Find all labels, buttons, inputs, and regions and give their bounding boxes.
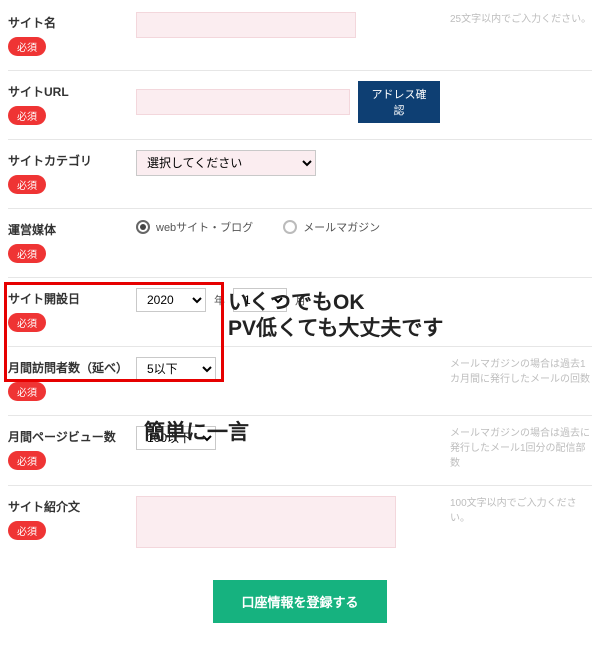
site-name-input[interactable] (136, 12, 356, 38)
row-site-name: サイト名 必須 25文字以内でご入力ください。 (8, 2, 592, 71)
hint-site-name: 25文字以内でご入力ください。 (440, 12, 592, 27)
radio-mailmag[interactable]: メールマガジン (283, 219, 380, 235)
hint-pageviews: メールマガジンの場合は過去に発行したメール1回分の配信部数 (440, 426, 592, 471)
required-badge: 必須 (8, 382, 46, 401)
hint-intro: 100文字以内でご入力ください。 (440, 496, 592, 526)
annotation-ok: いくつでもOK PV低くても大丈夫です (228, 290, 443, 343)
label-site-category: サイトカテゴリ (8, 152, 136, 169)
required-badge: 必須 (8, 313, 46, 332)
label-pageviews: 月間ページビュー数 (8, 428, 136, 445)
required-badge: 必須 (8, 37, 46, 56)
label-intro: サイト紹介文 (8, 498, 136, 515)
hint-visitors: メールマガジンの場合は過去1カ月間に発行したメールの回数 (440, 357, 592, 387)
radio-dot-icon (283, 220, 297, 234)
submit-button[interactable]: 口座情報を登録する (213, 580, 386, 623)
row-site-url: サイトURL 必須 アドレス確認 (8, 71, 592, 140)
address-check-button[interactable]: アドレス確認 (358, 81, 440, 123)
required-badge: 必須 (8, 106, 46, 125)
annotation-intro: 簡単に一言 (144, 420, 249, 446)
visitors-select[interactable]: 5以下 (136, 357, 216, 381)
label-open-date: サイト開設日 (8, 290, 136, 307)
row-visitors: 月間訪問者数（延べ） 必須 5以下 メールマガジンの場合は過去1カ月間に発行した… (8, 347, 592, 416)
row-site-category: サイトカテゴリ 必須 選択してください (8, 140, 592, 209)
label-visitors: 月間訪問者数（延べ） (8, 359, 136, 376)
radio-web[interactable]: webサイト・ブログ (136, 219, 253, 235)
required-badge: 必須 (8, 244, 46, 263)
year-select[interactable]: 2020 (136, 288, 206, 312)
label-media-type: 運営媒体 (8, 221, 136, 238)
radio-dot-icon (136, 220, 150, 234)
required-badge: 必須 (8, 521, 46, 540)
label-site-url: サイトURL (8, 83, 136, 100)
site-url-input[interactable] (136, 89, 350, 115)
label-site-name: サイト名 (8, 14, 136, 31)
intro-textarea[interactable] (136, 496, 396, 548)
site-category-select[interactable]: 選択してください (136, 150, 316, 176)
row-pageviews: 月間ページビュー数 必須 100以下 メールマガジンの場合は過去に発行したメール… (8, 416, 592, 486)
required-badge: 必須 (8, 175, 46, 194)
row-media-type: 運営媒体 必須 webサイト・ブログ メールマガジン (8, 209, 592, 278)
year-unit: 年 (214, 292, 225, 308)
row-intro: サイト紹介文 必須 100文字以内でご入力ください。 (8, 486, 592, 562)
required-badge: 必須 (8, 451, 46, 470)
